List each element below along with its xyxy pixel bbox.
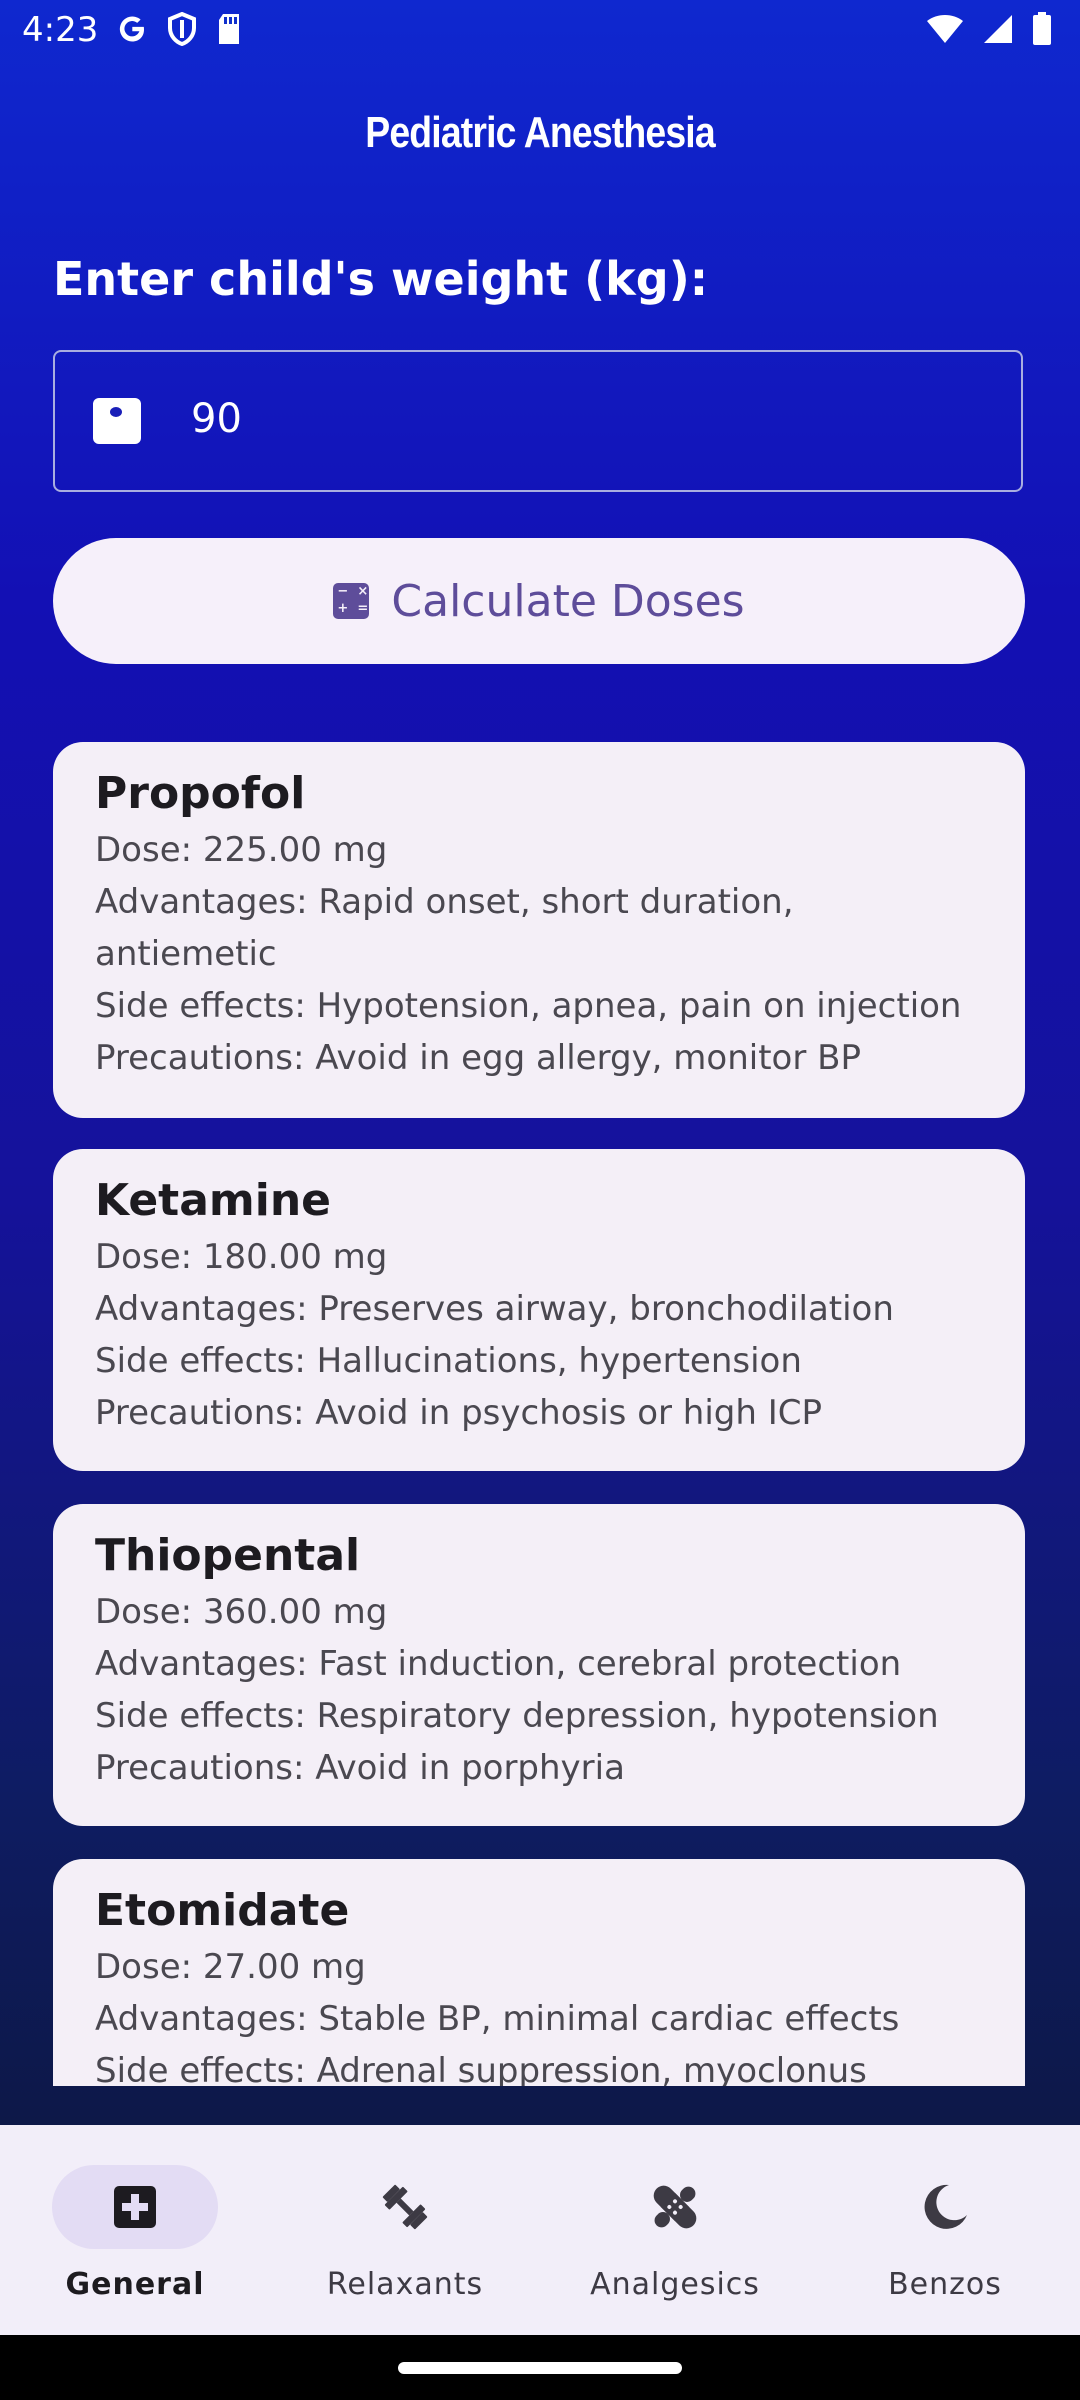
- nav-item-analgesics[interactable]: Analgesics: [575, 2165, 775, 2302]
- medical-plus-icon: [114, 2186, 156, 2228]
- drug-name: Etomidate: [95, 1885, 350, 1936]
- drug-precautions: Precautions: Avoid in porphyria: [95, 1748, 625, 1788]
- calculate-doses-label: Calculate Doses: [391, 575, 745, 627]
- drug-side-effects: Side effects: Hallucinations, hypertensi…: [95, 1341, 802, 1381]
- drug-side-effects: Side effects: Hypotension, apnea, pain o…: [95, 986, 962, 1026]
- nav-label: Benzos: [888, 2267, 1002, 2302]
- sd-card-icon: [219, 14, 239, 44]
- status-time: 4:23: [22, 10, 99, 50]
- drug-dose: Dose: 360.00 mg: [95, 1592, 388, 1632]
- google-icon: [119, 16, 144, 42]
- calculate-doses-button[interactable]: Calculate Doses: [53, 538, 1025, 664]
- weight-input[interactable]: 90: [53, 350, 1023, 492]
- nav-item-benzos[interactable]: Benzos: [845, 2165, 1045, 2302]
- drug-card-propofol: Propofol Dose: 225.00 mg Advantages: Rap…: [53, 742, 1025, 1118]
- drug-dose: Dose: 27.00 mg: [95, 1947, 366, 1987]
- dumbbell-icon: [382, 2184, 428, 2230]
- nav-label: General: [65, 2267, 205, 2302]
- nav-item-relaxants[interactable]: Relaxants: [305, 2165, 505, 2302]
- battery-icon: [1033, 12, 1051, 45]
- system-navigation-bar: [0, 2335, 1080, 2400]
- scale-icon: [93, 398, 141, 444]
- nav-label: Relaxants: [326, 2267, 484, 2302]
- bandage-icon: [653, 2185, 697, 2229]
- nav-label: Analgesics: [590, 2267, 760, 2302]
- weight-label: Enter child's weight (kg):: [53, 252, 709, 306]
- drug-side-effects: Side effects: Respiratory depression, hy…: [95, 1696, 939, 1736]
- drug-list[interactable]: Propofol Dose: 225.00 mg Advantages: Rap…: [53, 742, 1025, 2086]
- wifi-icon: [927, 15, 963, 43]
- shield-icon: [168, 12, 196, 46]
- drug-card-etomidate: Etomidate Dose: 27.00 mg Advantages: Sta…: [53, 1859, 1025, 2086]
- bottom-navigation: General Relaxants Analgesics Benzos: [0, 2125, 1080, 2335]
- drug-advantages: Advantages: Rapid onset, short duration,…: [95, 882, 794, 974]
- drug-side-effects: Side effects: Adrenal suppression, myocl…: [95, 2051, 867, 2086]
- drug-name: Propofol: [95, 768, 306, 819]
- drug-card-thiopental: Thiopental Dose: 360.00 mg Advantages: F…: [53, 1504, 1025, 1826]
- weight-value: 90: [191, 396, 242, 442]
- home-gesture-handle[interactable]: [398, 2362, 682, 2374]
- drug-name: Ketamine: [95, 1175, 331, 1226]
- drug-card-ketamine: Ketamine Dose: 180.00 mg Advantages: Pre…: [53, 1149, 1025, 1471]
- nav-item-general[interactable]: General: [35, 2165, 235, 2302]
- drug-name: Thiopental: [95, 1530, 361, 1581]
- status-bar: 4:23: [0, 0, 1080, 64]
- drug-dose: Dose: 225.00 mg: [95, 830, 388, 870]
- signal-icon: [984, 15, 1012, 43]
- drug-advantages: Advantages: Fast induction, cerebral pro…: [95, 1644, 902, 1684]
- drug-advantages: Advantages: Preserves airway, bronchodil…: [95, 1289, 894, 1329]
- drug-precautions: Precautions: Avoid in egg allergy, monit…: [95, 1038, 861, 1078]
- moon-icon: [924, 2184, 967, 2229]
- drug-precautions: Precautions: Avoid in psychosis or high …: [95, 1393, 822, 1433]
- drug-advantages: Advantages: Stable BP, minimal cardiac e…: [95, 1999, 900, 2039]
- calculate-icon: [333, 583, 370, 619]
- drug-dose: Dose: 180.00 mg: [95, 1237, 388, 1277]
- page-title: Pediatric Anesthesia: [365, 108, 715, 157]
